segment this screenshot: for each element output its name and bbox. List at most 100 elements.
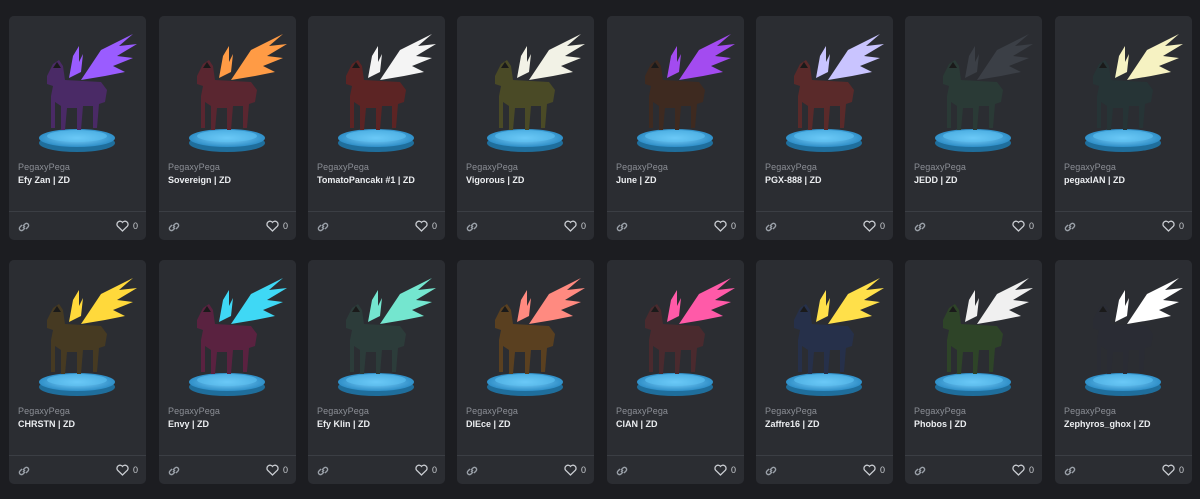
nft-image[interactable] [9, 16, 146, 164]
nft-image[interactable] [457, 16, 594, 164]
like-button[interactable]: 0 [863, 218, 885, 234]
collection-name[interactable]: PegaxyPega [18, 406, 70, 416]
nft-card[interactable]: PegaxyPega Zephyros_ghox | ZD 0 [1055, 260, 1192, 484]
collection-name[interactable]: PegaxyPega [466, 406, 518, 416]
link-icon[interactable] [764, 220, 778, 232]
nft-image[interactable] [905, 16, 1042, 164]
pegasus-artwork [189, 278, 287, 396]
nft-name[interactable]: Envy | ZD [168, 418, 286, 430]
link-icon[interactable] [615, 220, 629, 232]
like-button[interactable]: 0 [714, 462, 736, 478]
nft-name[interactable]: CIAN | ZD [616, 418, 734, 430]
nft-image[interactable] [1055, 260, 1192, 408]
like-button[interactable]: 0 [564, 218, 586, 234]
collection-name[interactable]: PegaxyPega [1064, 162, 1116, 172]
link-icon[interactable] [615, 464, 629, 476]
nft-name[interactable]: Sovereign | ZD [168, 174, 286, 186]
nft-image[interactable] [457, 260, 594, 408]
like-button[interactable]: 0 [415, 462, 437, 478]
link-icon[interactable] [465, 220, 479, 232]
nft-name[interactable]: Zaffre16 | ZD [765, 418, 883, 430]
nft-card[interactable]: PegaxyPega CIAN | ZD 0 [607, 260, 744, 484]
nft-image[interactable] [756, 16, 893, 164]
card-footer: 0 [457, 455, 594, 484]
nft-card[interactable]: PegaxyPega JEDD | ZD 0 [905, 16, 1042, 240]
nft-name[interactable]: June | ZD [616, 174, 734, 186]
like-button[interactable]: 0 [863, 462, 885, 478]
nft-card[interactable]: PegaxyPega Phobos | ZD 0 [905, 260, 1042, 484]
link-icon[interactable] [465, 464, 479, 476]
like-button[interactable]: 0 [415, 218, 437, 234]
collection-name[interactable]: PegaxyPega [317, 406, 369, 416]
link-icon[interactable] [316, 220, 330, 232]
nft-image[interactable] [308, 16, 445, 164]
nft-card[interactable]: PegaxyPega Sovereign | ZD 0 [159, 16, 296, 240]
nft-image[interactable] [159, 260, 296, 408]
nft-image[interactable] [9, 260, 146, 408]
collection-name[interactable]: PegaxyPega [914, 406, 966, 416]
link-icon[interactable] [17, 464, 31, 476]
nft-name[interactable]: Phobos | ZD [914, 418, 1032, 430]
like-button[interactable]: 0 [1162, 218, 1184, 234]
nft-name[interactable]: DIEce | ZD [466, 418, 584, 430]
nft-name[interactable]: TomatoPancakı #1 | ZD [317, 174, 435, 186]
nft-card[interactable]: PegaxyPega pegaxIAN | ZD 0 [1055, 16, 1192, 240]
nft-image[interactable] [607, 260, 744, 408]
like-button[interactable]: 0 [1162, 462, 1184, 478]
nft-image[interactable] [905, 260, 1042, 408]
like-button[interactable]: 0 [266, 218, 288, 234]
like-button[interactable]: 0 [714, 218, 736, 234]
collection-name[interactable]: PegaxyPega [168, 162, 220, 172]
link-icon[interactable] [17, 220, 31, 232]
link-icon[interactable] [913, 464, 927, 476]
nft-name[interactable]: PGX-888 | ZD [765, 174, 883, 186]
link-icon[interactable] [167, 464, 181, 476]
collection-name[interactable]: PegaxyPega [466, 162, 518, 172]
collection-name[interactable]: PegaxyPega [1064, 406, 1116, 416]
nft-name[interactable]: Efy Klin | ZD [317, 418, 435, 430]
nft-name[interactable]: Zephyros_ghox | ZD [1064, 418, 1182, 430]
collection-name[interactable]: PegaxyPega [317, 162, 369, 172]
nft-name[interactable]: Efy Zan | ZD [18, 174, 136, 186]
nft-card[interactable]: PegaxyPega Envy | ZD 0 [159, 260, 296, 484]
nft-image[interactable] [756, 260, 893, 408]
nft-image[interactable] [308, 260, 445, 408]
collection-name[interactable]: PegaxyPega [914, 162, 966, 172]
collection-name[interactable]: PegaxyPega [765, 406, 817, 416]
like-button[interactable]: 0 [266, 462, 288, 478]
nft-image[interactable] [159, 16, 296, 164]
nft-card[interactable]: PegaxyPega CHRSTN | ZD 0 [9, 260, 146, 484]
like-button[interactable]: 0 [116, 218, 138, 234]
collection-name[interactable]: PegaxyPega [168, 406, 220, 416]
collection-name[interactable]: PegaxyPega [18, 162, 70, 172]
nft-card[interactable]: PegaxyPega DIEce | ZD 0 [457, 260, 594, 484]
nft-card[interactable]: PegaxyPega Zaffre16 | ZD 0 [756, 260, 893, 484]
nft-card-grid: PegaxyPega Efy Zan | ZD 0 PegaxyPega Sov… [0, 0, 1200, 499]
nft-card[interactable]: PegaxyPega TomatoPancakı #1 | ZD 0 [308, 16, 445, 240]
nft-name[interactable]: CHRSTN | ZD [18, 418, 136, 430]
link-icon[interactable] [316, 464, 330, 476]
like-button[interactable]: 0 [564, 462, 586, 478]
nft-image[interactable] [607, 16, 744, 164]
nft-name[interactable]: pegaxIAN | ZD [1064, 174, 1182, 186]
nft-card[interactable]: PegaxyPega PGX-888 | ZD 0 [756, 16, 893, 240]
nft-image[interactable] [1055, 16, 1192, 164]
nft-card[interactable]: PegaxyPega June | ZD 0 [607, 16, 744, 240]
collection-name[interactable]: PegaxyPega [616, 406, 668, 416]
link-icon[interactable] [167, 220, 181, 232]
link-icon[interactable] [913, 220, 927, 232]
like-button[interactable]: 0 [116, 462, 138, 478]
collection-name[interactable]: PegaxyPega [765, 162, 817, 172]
like-button[interactable]: 0 [1012, 462, 1034, 478]
nft-name[interactable]: Vigorous | ZD [466, 174, 584, 186]
link-icon[interactable] [1063, 464, 1077, 476]
nft-card[interactable]: PegaxyPega Vigorous | ZD 0 [457, 16, 594, 240]
link-icon[interactable] [1063, 220, 1077, 232]
nft-card[interactable]: PegaxyPega Efy Klin | ZD 0 [308, 260, 445, 484]
nft-card[interactable]: PegaxyPega Efy Zan | ZD 0 [9, 16, 146, 240]
nft-name[interactable]: JEDD | ZD [914, 174, 1032, 186]
link-icon[interactable] [764, 464, 778, 476]
collection-name[interactable]: PegaxyPega [616, 162, 668, 172]
like-count: 0 [879, 221, 885, 231]
like-button[interactable]: 0 [1012, 218, 1034, 234]
